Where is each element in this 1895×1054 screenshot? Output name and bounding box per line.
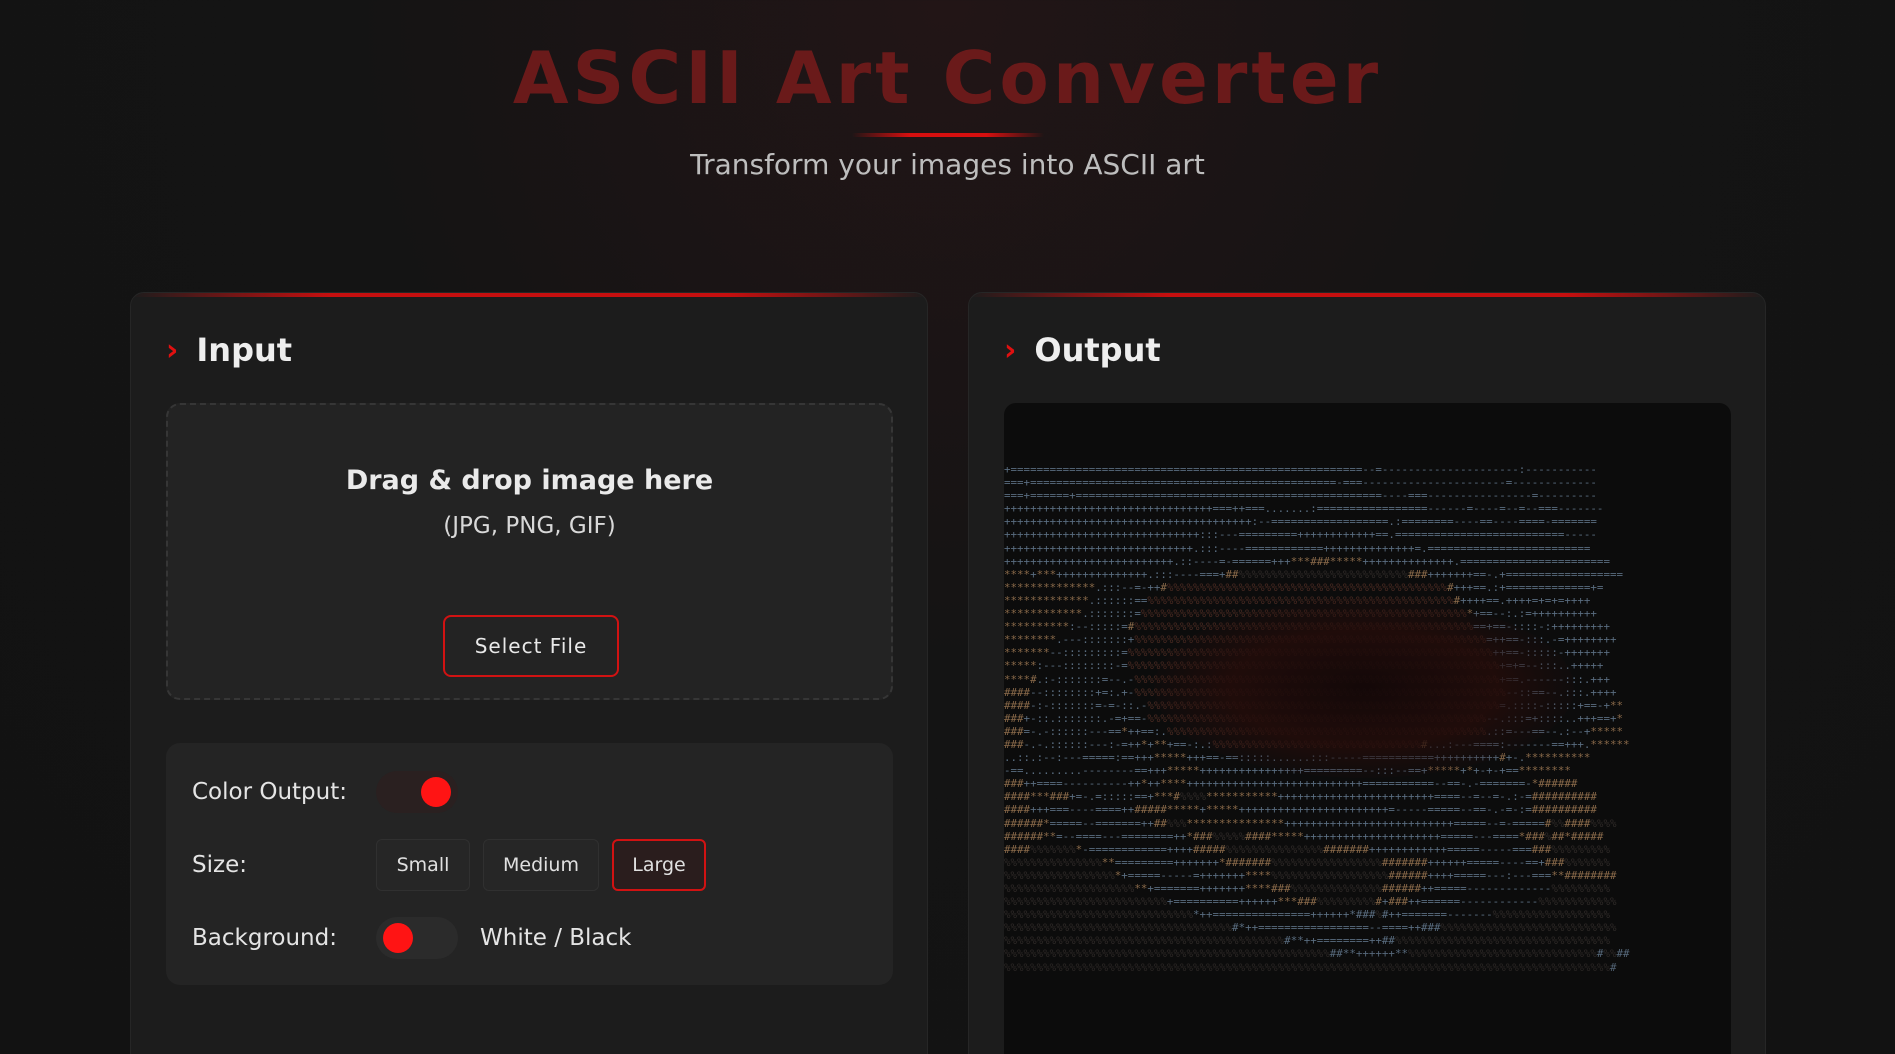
color-output-label: Color Output:	[192, 779, 348, 805]
background-options-text: White / Black	[480, 925, 632, 951]
select-file-button[interactable]: Select File	[443, 615, 619, 677]
ascii-line: %%%%%%%%%%%%%%%%%%%%%%%%%%%%%%%%%%%#*++=…	[1004, 921, 1617, 935]
output-panel-title: › Output	[1004, 331, 1161, 369]
ascii-line: +++++++++++++++++++++++++++++.:::----===…	[1004, 541, 1591, 555]
ascii-line: %%%%%%%%%%%%%%%%%%%%**+=======+++++++***…	[1004, 882, 1610, 895]
size-label: Size:	[192, 852, 247, 878]
ascii-line: %%%%%%%%%%%%%%%%%%%%%%%%%%%%%*++========…	[1004, 908, 1610, 922]
toggle-knob	[383, 923, 413, 953]
ascii-line: ####***###+=-.=:::::==+***#%%%%*********…	[1004, 790, 1597, 804]
input-panel-title: › Input	[166, 331, 292, 369]
ascii-line: ######*=====--=======++##%%%************…	[1004, 816, 1617, 830]
ascii-line: ++++++++++++++++++++++++++.::----=-=====…	[1004, 554, 1610, 568]
ascii-line: **************.:::--=-++#%%%%%%%%%%%%%%%…	[1004, 580, 1604, 594]
ascii-line: ####%%%%%%%*-============++++#####%%%%%%…	[1004, 842, 1610, 856]
background-label: Background:	[192, 925, 337, 951]
ascii-line: ===+====================================…	[1004, 476, 1597, 490]
size-small-button[interactable]: Small	[376, 839, 470, 891]
dropzone-title: Drag & drop image here	[345, 465, 714, 496]
ascii-line: ++++++++++++++++++++++++++++++++++++++:-…	[1004, 515, 1597, 529]
ascii-line: ++++++++++++++++++++++++++++++:::---====…	[1004, 528, 1597, 542]
ascii-dark-region	[1154, 598, 1574, 778]
color-output-toggle[interactable]	[376, 771, 458, 813]
background-toggle[interactable]	[376, 917, 458, 959]
ascii-line: +=======================================…	[1004, 463, 1597, 476]
ascii-line: ++++++++++++++++++++++++++++++++===++===…	[1004, 502, 1604, 516]
ascii-line: %%%%%%%%%%%%%%%**=========+++++++*######…	[1004, 855, 1610, 869]
title-underline	[852, 133, 1044, 137]
ascii-output-area[interactable]: +=======================================…	[1004, 403, 1731, 1054]
ascii-line: ######**=--====---========++*###%%%%%###…	[1004, 829, 1604, 843]
output-panel: › Output +==============================…	[968, 292, 1766, 1054]
size-medium-button[interactable]: Medium	[483, 839, 599, 891]
ascii-line: ###++====----------++*++****++++++++++++…	[1004, 777, 1578, 791]
ascii-line: ****+***++++++++++++++.:::----===+##%%%%…	[1004, 567, 1623, 581]
image-dropzone[interactable]: Drag & drop image here (JPG, PNG, GIF) S…	[166, 403, 893, 700]
ascii-shade	[1004, 943, 1731, 1054]
output-panel-title-text: Output	[1034, 331, 1161, 369]
ascii-line: %%%%%%%%%%%%%%%%%%%%%%%%%+==========++++…	[1004, 895, 1617, 909]
input-panel: › Input Drag & drop image here (JPG, PNG…	[130, 292, 928, 1054]
input-panel-title-text: Input	[196, 331, 293, 369]
toggle-knob	[421, 777, 451, 807]
size-large-button[interactable]: Large	[612, 839, 706, 891]
ascii-line: %%%%%%%%%%%%%%%%%*+=====-----=+++++++***…	[1004, 868, 1617, 882]
chevron-right-icon: ›	[1004, 332, 1017, 368]
ascii-line: ####+++===----====++#####*****+*****++++…	[1004, 803, 1597, 817]
page-subtitle: Transform your images into ASCII art	[690, 148, 1205, 181]
ascii-line: ===+======+=============================…	[1004, 489, 1597, 503]
page-title: ASCII Art Converter	[512, 36, 1383, 120]
chevron-right-icon: ›	[166, 332, 179, 368]
dropzone-formats: (JPG, PNG, GIF)	[443, 513, 616, 539]
settings-section: Color Output: Size: Small Medium Large B…	[166, 743, 893, 985]
